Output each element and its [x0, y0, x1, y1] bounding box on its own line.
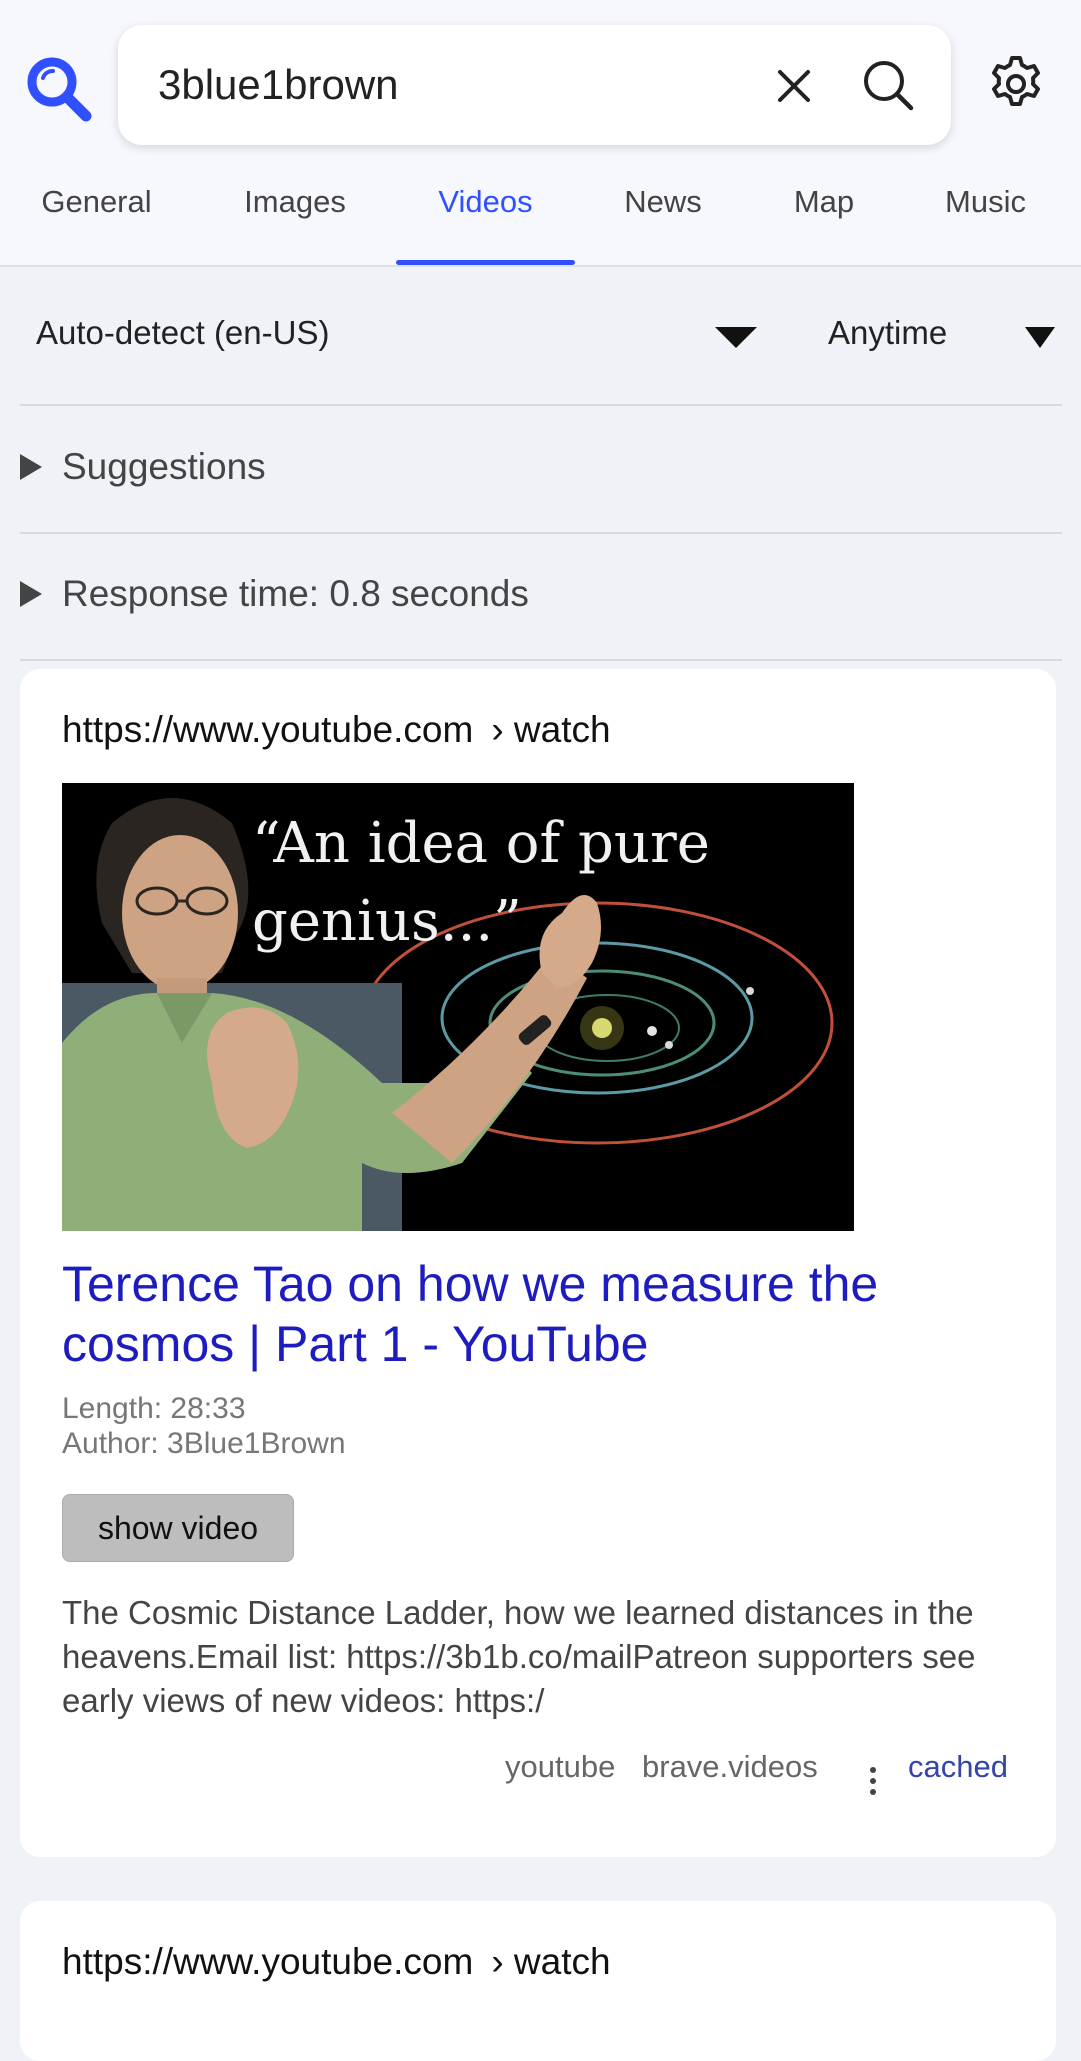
- video-length: Length: 28:33: [62, 1392, 246, 1425]
- result-url-domain: https://www.youtube.com: [62, 709, 474, 750]
- category-tabs: General Images Videos News Map Music: [0, 170, 1081, 267]
- language-select[interactable]: Auto-detect (en-US): [20, 300, 760, 370]
- more-options-icon[interactable]: [863, 1767, 883, 1807]
- search-box: [118, 25, 951, 145]
- response-time-toggle[interactable]: Response time: 0.8 seconds: [20, 565, 720, 625]
- tab-videos[interactable]: Videos: [396, 170, 575, 265]
- engine-link-youtube[interactable]: youtube: [505, 1749, 615, 1785]
- time-range-select[interactable]: Anytime: [810, 300, 1065, 370]
- show-video-button[interactable]: show video: [62, 1494, 294, 1562]
- chevron-down-icon: [1025, 327, 1055, 348]
- search-icon[interactable]: [858, 55, 918, 115]
- response-time-label: Response time: 0.8 seconds: [62, 573, 529, 614]
- active-tab-indicator: [396, 260, 575, 265]
- disclosure-triangle-icon: [20, 581, 42, 607]
- result-card: https://www.youtube.com › watch: [20, 669, 1056, 1857]
- clear-icon[interactable]: [768, 60, 820, 112]
- divider: [20, 659, 1062, 661]
- cached-link[interactable]: cached: [908, 1749, 1008, 1785]
- divider: [20, 404, 1062, 406]
- gear-icon[interactable]: [985, 53, 1047, 115]
- thumbnail-caption: “An idea of pure genius...”: [252, 811, 710, 954]
- result-url[interactable]: https://www.youtube.com › watch: [62, 1941, 611, 1983]
- result-title-link[interactable]: Terence Tao on how we measure the cosmos…: [62, 1254, 1002, 1374]
- result-url-domain: https://www.youtube.com: [62, 1941, 474, 1982]
- tab-map[interactable]: Map: [765, 170, 883, 265]
- result-url[interactable]: https://www.youtube.com › watch: [62, 709, 611, 751]
- video-author: Author: 3Blue1Brown: [62, 1427, 346, 1460]
- time-range-select-value: Anytime: [828, 314, 948, 351]
- result-card: https://www.youtube.com › watch: [20, 1901, 1056, 2061]
- language-select-value: Auto-detect (en-US): [36, 314, 330, 351]
- suggestions-toggle[interactable]: Suggestions: [20, 438, 720, 498]
- engine-link-brave-videos[interactable]: brave.videos: [642, 1749, 818, 1785]
- tab-images[interactable]: Images: [215, 170, 375, 265]
- header: General Images Videos News Map Music: [0, 0, 1081, 267]
- tab-general[interactable]: General: [18, 170, 175, 265]
- video-thumbnail[interactable]: “An idea of pure genius...”: [62, 783, 854, 1231]
- tab-news[interactable]: News: [600, 170, 726, 265]
- result-description: The Cosmic Distance Ladder, how we learn…: [62, 1594, 976, 1719]
- result-url-path: › watch: [491, 709, 611, 750]
- search-input[interactable]: [158, 55, 738, 115]
- tab-music[interactable]: Music: [920, 170, 1051, 265]
- suggestions-label: Suggestions: [62, 446, 266, 487]
- disclosure-triangle-icon: [20, 454, 42, 480]
- result-url-path: › watch: [491, 1941, 611, 1982]
- divider: [20, 532, 1062, 534]
- searxng-logo-icon[interactable]: [22, 52, 94, 124]
- chevron-down-icon: [715, 327, 757, 348]
